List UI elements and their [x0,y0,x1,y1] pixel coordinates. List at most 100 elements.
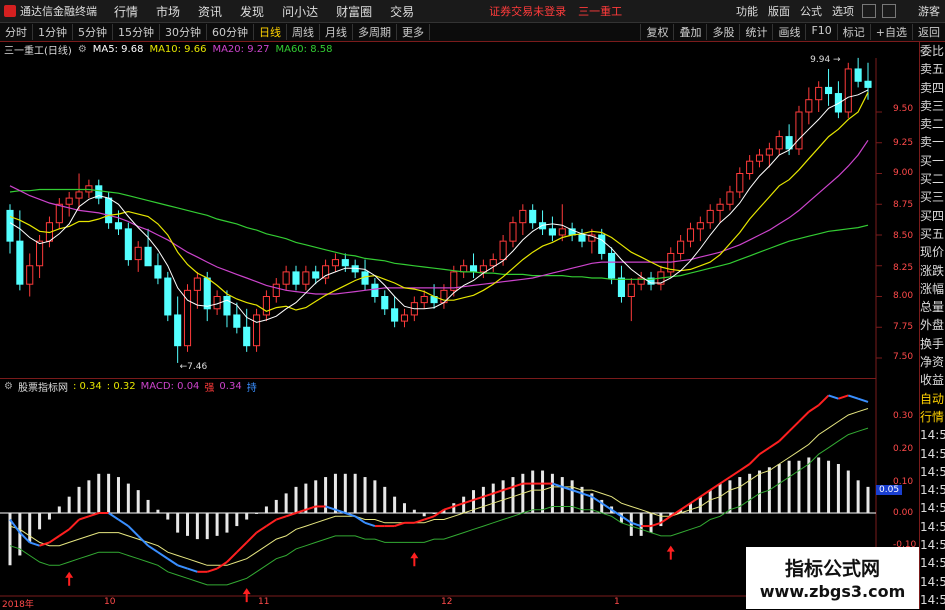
macd-histogram-bar [452,503,456,513]
candle-body [864,80,872,88]
quote-field: 买一 [920,153,945,168]
price-tick: 7.50 [893,352,914,362]
kline-chart[interactable]: 9.94 → ←7.46 [0,0,945,609]
candle-body [460,265,468,273]
candle-body [558,228,566,236]
watermark-url: www.zbgs3.com [759,582,906,601]
macd-histogram-bar [215,513,219,536]
macd-histogram-bar [383,486,387,513]
candle-body [371,283,379,298]
date-tick: 2018年 [2,600,34,610]
dif-segment [147,544,159,554]
macd-tick: 0.30 [893,411,914,421]
macd-histogram-bar [176,513,180,533]
dif-segment [817,394,830,406]
macd-histogram-bar [491,483,495,513]
macd-histogram-bar [560,477,564,513]
candle-body [75,191,83,199]
candle-body [824,86,833,95]
macd-histogram-bar [373,480,377,513]
watermark: 指标公式网 www.zbgs3.com [746,547,919,609]
dif-segment [78,515,90,521]
macd-histogram-bar [136,490,140,513]
macd-histogram-bar [393,496,397,513]
macd-histogram-bar [481,486,485,513]
candle-body [469,265,478,273]
dif-segment [157,551,169,560]
quote-field: 涨幅 [920,281,945,296]
macd-histogram-bar [856,480,860,513]
dif-segment [236,541,248,553]
macd-histogram-bar [807,457,811,513]
candle-body [755,154,764,162]
dif-segment [265,518,277,527]
candle-body [844,68,852,113]
dif-segment [423,515,435,521]
macd-histogram-bar [728,480,732,513]
macd-tick: 0.00 [893,508,914,518]
dif-segment [137,535,149,547]
macd-tick: 0.20 [893,444,914,454]
quote-field: 14:5 [920,556,945,571]
quote-field: 净资 [920,355,945,370]
macd-histogram-bar [235,513,239,527]
macd-histogram-bar [363,477,367,513]
quote-field: 14:5 [920,519,945,534]
dif-segment [275,515,287,521]
candle-body [765,148,773,156]
price-tick: 9.50 [893,104,914,114]
candle-body [726,191,734,205]
date-tick: 11 [258,597,270,607]
dif-segment [847,394,859,400]
dif-segment [29,541,40,547]
macd-histogram-bar [284,493,288,513]
dif-segment [364,521,376,528]
candle-body [183,289,192,347]
macd-histogram-bar [38,513,42,530]
macd-histogram-bar [343,473,347,513]
dif-segment [255,525,267,534]
candle-body [834,93,842,113]
candle-body [706,209,714,224]
low-price-label: ←7.46 [180,362,208,372]
buy-arrow-icon [410,552,419,567]
macd-histogram-bar [866,486,870,513]
candle-body [65,197,73,205]
candle-body [105,197,113,224]
candle-body [154,265,162,279]
candle-body [795,111,803,150]
macd-histogram-bar [28,513,32,543]
quote-field: 14:5 [920,501,945,516]
candle-body [114,222,123,230]
dif-segment [108,512,120,521]
candle-body [6,209,14,242]
macd-histogram-bar [787,460,791,513]
macd-histogram-bar [294,486,298,513]
macd-histogram-bar [107,473,111,513]
macd-histogram-bar [639,513,643,536]
macd-histogram-bar [649,513,653,533]
dif-segment [48,535,60,544]
candle-body [499,240,507,261]
price-tick: 8.00 [893,291,914,301]
candle-body [331,259,340,267]
macd-histogram-bar [205,513,209,540]
candle-body [548,228,556,236]
candle-body [282,271,290,285]
macd-histogram-bar [422,513,426,517]
candle-body [55,203,63,224]
macd-histogram-bar [333,473,337,513]
macd-histogram-bar [67,496,71,513]
candle-body [272,283,280,298]
quote-field: 自动 [920,391,945,406]
quote-field: 14:5 [920,592,945,607]
buy-arrow-icon [666,545,675,560]
quote-field: 买五 [920,226,945,241]
candle-body [302,271,310,285]
macd-histogram-bar [698,496,702,513]
buy-arrow-icon [242,588,251,603]
candle-body [203,277,211,310]
dif-segment [68,518,80,531]
dif-segment [245,531,258,544]
macd-histogram-bar [353,473,357,513]
